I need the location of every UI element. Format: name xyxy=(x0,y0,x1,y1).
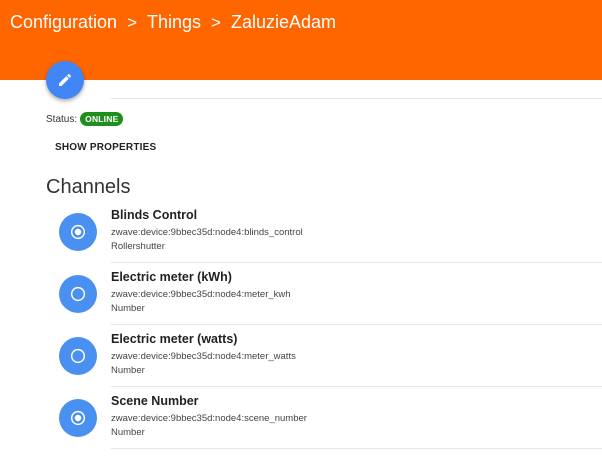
channel-unlinked-icon xyxy=(59,275,97,313)
status-row: Status: ONLINE xyxy=(46,112,124,126)
pencil-icon xyxy=(59,73,72,86)
breadcrumb-configuration[interactable]: Configuration xyxy=(10,12,117,33)
channel-linked-icon xyxy=(59,399,97,437)
channel-uid: zwave:device:9bbec35d:node4:scene_number xyxy=(111,413,307,424)
page-title: ZaluzieAdam xyxy=(230,12,337,32)
channel-uid: zwave:device:9bbec35d:node4:meter_kwh xyxy=(111,289,291,300)
app-header: Configuration > Things > ZaluzieAdam xyxy=(0,0,602,80)
channel-type: Number xyxy=(111,303,145,314)
breadcrumb: Configuration > Things > ZaluzieAdam xyxy=(10,12,336,33)
edit-thing-button[interactable] xyxy=(46,61,84,99)
channel-name: Scene Number xyxy=(111,394,199,408)
divider xyxy=(111,98,602,99)
show-properties-button[interactable]: SHOW PROPERTIES xyxy=(55,142,156,153)
breadcrumb-separator: > xyxy=(127,12,138,32)
divider xyxy=(111,448,602,449)
channel-name: Electric meter (kWh) xyxy=(111,270,232,284)
channel-name: Electric meter (watts) xyxy=(111,332,238,346)
channels-heading: Channels xyxy=(46,176,131,198)
breadcrumb-separator: > xyxy=(211,12,221,32)
channel-linked-icon xyxy=(59,213,97,251)
channel-item[interactable]: Electric meter (watts) zwave:device:9bbe… xyxy=(0,325,602,387)
breadcrumb-things[interactable]: Things xyxy=(147,12,201,33)
channel-type: Number xyxy=(111,365,145,376)
channel-type: Rollershutter xyxy=(111,241,165,252)
channel-uid: zwave:device:9bbec35d:node4:blinds_contr… xyxy=(111,227,303,238)
channel-item[interactable]: Blinds Control zwave:device:9bbec35d:nod… xyxy=(0,201,602,263)
channel-uid: zwave:device:9bbec35d:node4:meter_watts xyxy=(111,351,296,362)
channel-type: Number xyxy=(111,427,145,438)
channel-item[interactable]: Scene Number zwave:device:9bbec35d:node4… xyxy=(0,387,602,449)
status-badge: ONLINE xyxy=(80,112,124,126)
channel-unlinked-icon xyxy=(59,337,97,375)
status-label: Status: xyxy=(46,113,78,125)
channel-name: Blinds Control xyxy=(111,208,198,222)
channel-item[interactable]: Electric meter (kWh) zwave:device:9bbec3… xyxy=(0,263,602,325)
